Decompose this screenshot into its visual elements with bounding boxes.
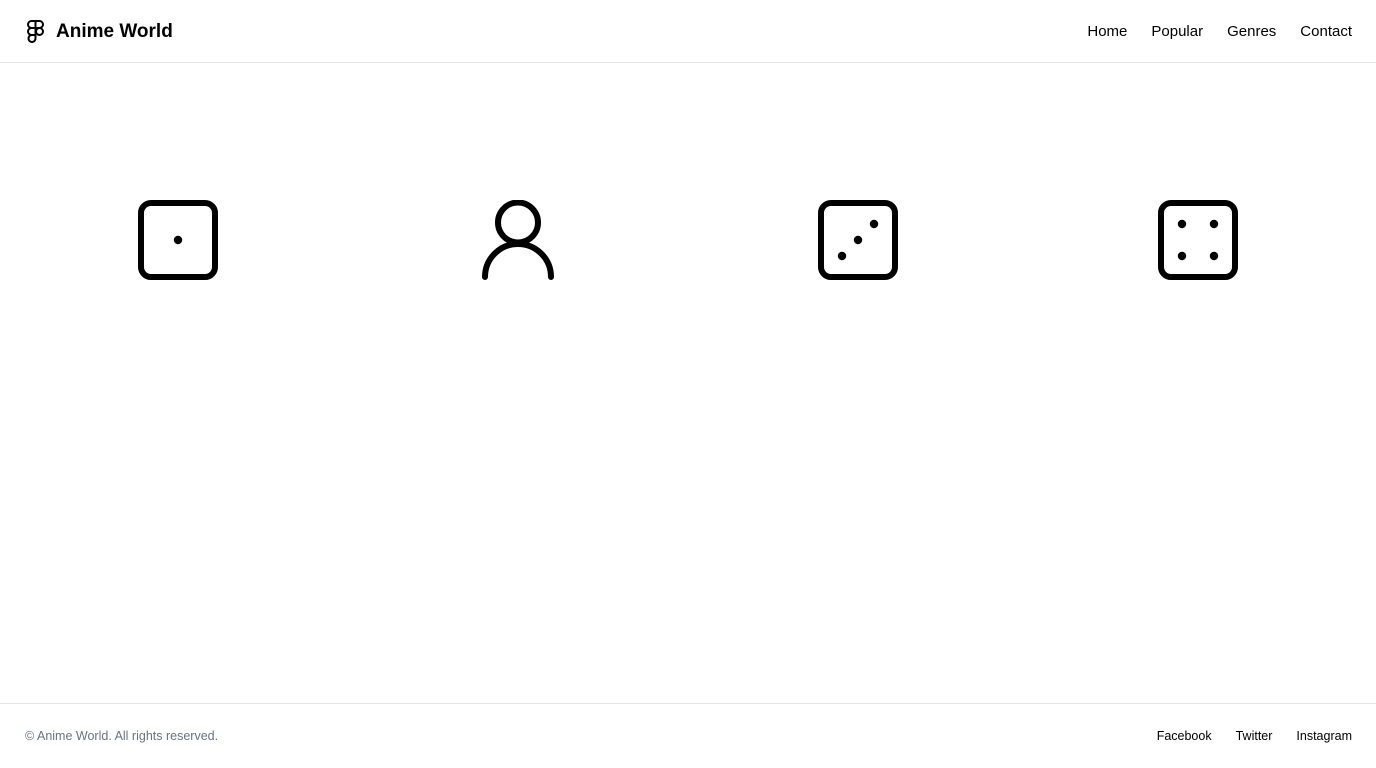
twitter-link[interactable]: Twitter: [1236, 728, 1273, 744]
icon-cell-3: [818, 200, 898, 280]
dice-one-icon: [138, 200, 218, 280]
icon-cell-4: [1158, 200, 1238, 280]
dice-three-icon: [818, 200, 898, 280]
copyright-text: © Anime World. All rights reserved.: [25, 729, 219, 743]
main-nav: Home Popular Genres Contact: [1087, 22, 1352, 42]
nav-popular-link[interactable]: Popular: [1151, 22, 1203, 42]
nav-contact-link[interactable]: Contact: [1300, 22, 1352, 42]
dice-four-icon: [1158, 200, 1238, 280]
brand-link[interactable]: Anime World: [26, 20, 173, 44]
nav-home-link[interactable]: Home: [1087, 22, 1127, 42]
site-header: Anime World Home Popular Genres Contact: [0, 0, 1376, 63]
icon-row: [0, 200, 1376, 280]
user-icon: [482, 200, 554, 280]
instagram-link[interactable]: Instagram: [1296, 728, 1352, 744]
social-links: Facebook Twitter Instagram: [1157, 728, 1352, 744]
facebook-link[interactable]: Facebook: [1157, 728, 1212, 744]
figma-logo-icon: [27, 20, 44, 43]
nav-genres-link[interactable]: Genres: [1227, 22, 1276, 42]
icon-cell-2: [478, 200, 558, 280]
icon-cell-1: [138, 200, 218, 280]
site-title: Anime World: [56, 21, 173, 42]
page: Anime World Home Popular Genres Contact: [0, 0, 1376, 768]
site-footer: © Anime World. All rights reserved. Face…: [0, 703, 1376, 768]
